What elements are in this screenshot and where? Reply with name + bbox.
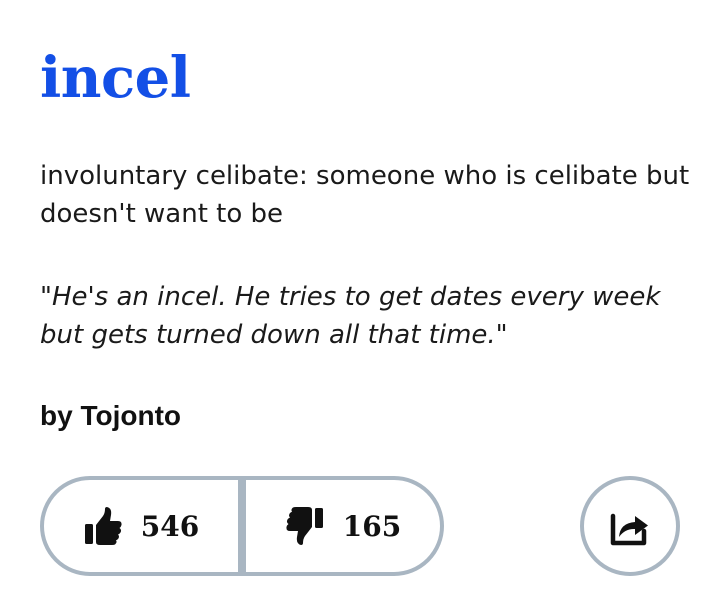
author-link[interactable]: by Tojonto: [40, 396, 181, 436]
word-title[interactable]: incel: [40, 40, 191, 116]
thumbs-down-icon: [285, 506, 325, 546]
share-button[interactable]: [580, 476, 680, 576]
downvote-count: 165: [342, 509, 402, 543]
upvote-button[interactable]: 546: [44, 480, 238, 572]
definition-card: incel involuntary celibate: someone who …: [0, 0, 720, 615]
share-icon: [608, 504, 652, 548]
example-text: "He's an incel. He tries to get dates ev…: [40, 282, 661, 350]
downvote-button[interactable]: 165: [246, 480, 440, 572]
vote-divider: [238, 480, 246, 572]
upvote-count: 546: [140, 509, 200, 543]
vote-buttons: 546 165: [40, 476, 444, 576]
definition-text: involuntary celibate: someone who is cel…: [40, 161, 690, 229]
thumbs-up-icon: [83, 506, 123, 546]
